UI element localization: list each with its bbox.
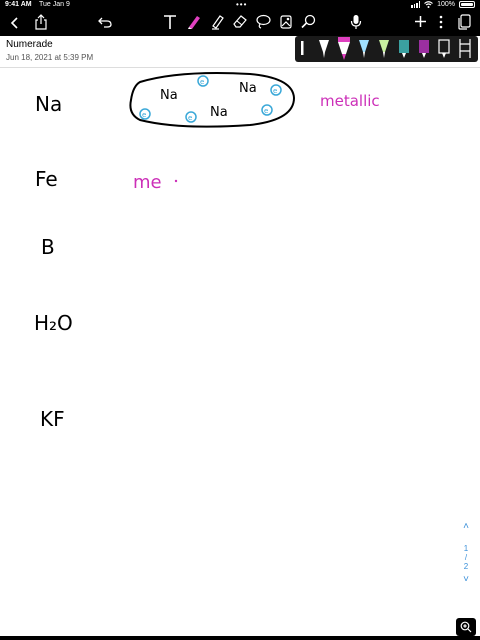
element-kf: KF [40, 407, 65, 431]
electron-2: e [139, 108, 151, 120]
image-icon[interactable] [278, 14, 294, 29]
wifi-icon [424, 1, 433, 8]
element-fe: Fe [35, 167, 58, 191]
sea-label-na-2: Na [239, 81, 257, 96]
multitask-dots[interactable]: ••• [236, 0, 247, 9]
undo-icon[interactable] [98, 16, 112, 28]
magnifier-icon[interactable] [300, 14, 316, 29]
status-time: 9:41 AM [5, 1, 32, 8]
page-up-button[interactable]: ˄ [456, 522, 476, 532]
more-icon[interactable] [438, 14, 444, 30]
element-b: B [41, 235, 55, 259]
pen-magenta[interactable] [338, 37, 350, 60]
battery-icon [459, 1, 475, 8]
microphone-icon[interactable] [350, 14, 362, 30]
element-h2o: H₂O [34, 311, 73, 335]
metallic-label: metallic [320, 92, 380, 110]
note-page[interactable]: Na Fe B H₂O KF Na Na Na e e e e e metall… [0, 68, 480, 622]
page-total: 2 [463, 562, 469, 571]
electron-1: e [197, 75, 209, 87]
zoom-icon [460, 621, 472, 633]
electron-3: e [185, 111, 197, 123]
sea-label-na-1: Na [160, 88, 178, 103]
page-current: 1 [463, 544, 469, 553]
electron-4: e [270, 84, 282, 96]
status-bar: 9:41 AM Tue Jan 9 ••• 100% [0, 0, 480, 12]
page-divider: / [464, 553, 468, 562]
add-page-icon[interactable] [414, 15, 427, 28]
pen-palette [295, 36, 478, 62]
eraser-icon[interactable] [232, 14, 248, 29]
pen-light-green[interactable] [379, 40, 389, 58]
top-toolbar: 9:41 AM Tue Jan 9 ••• 100% [0, 0, 480, 36]
pen-cursor-dot [174, 179, 178, 183]
signal-icon [411, 1, 421, 8]
lasso-icon[interactable] [255, 14, 271, 29]
palette-settings-icon[interactable] [459, 39, 471, 58]
page-down-button[interactable]: ˅ [456, 575, 476, 585]
pen-tool-icon[interactable] [186, 13, 202, 30]
svg-text:e: e [188, 114, 192, 122]
fe-partial-label: me [133, 172, 162, 193]
pen-teal[interactable] [399, 40, 409, 58]
zoom-button[interactable] [456, 618, 476, 636]
document-title[interactable]: Numerade [6, 39, 53, 50]
pages-icon[interactable] [457, 14, 472, 30]
share-icon[interactable] [34, 14, 48, 30]
electron-5: e [261, 104, 273, 116]
text-tool-icon[interactable] [163, 14, 177, 30]
svg-text:e: e [264, 107, 268, 115]
status-date: Tue Jan 9 [39, 1, 70, 8]
highlighter-icon[interactable] [209, 13, 225, 30]
svg-text:e: e [273, 87, 277, 95]
home-indicator-area [0, 636, 480, 640]
battery-percent: 100% [437, 1, 455, 8]
sea-label-na-3: Na [210, 105, 228, 120]
svg-text:e: e [142, 111, 146, 119]
chevron-left-icon[interactable] [10, 16, 20, 30]
pen-white[interactable] [319, 40, 329, 58]
document-date: Jun 18, 2021 at 5:39 PM [6, 53, 94, 62]
pen-width-slider[interactable] [301, 41, 304, 55]
pen-light-blue[interactable] [359, 40, 369, 58]
svg-text:e: e [200, 78, 204, 86]
page-navigator: ˄ 1 / 2 ˅ [456, 522, 476, 585]
pen-white-2[interactable] [438, 39, 450, 58]
pen-purple[interactable] [419, 40, 429, 58]
element-na: Na [35, 92, 62, 116]
